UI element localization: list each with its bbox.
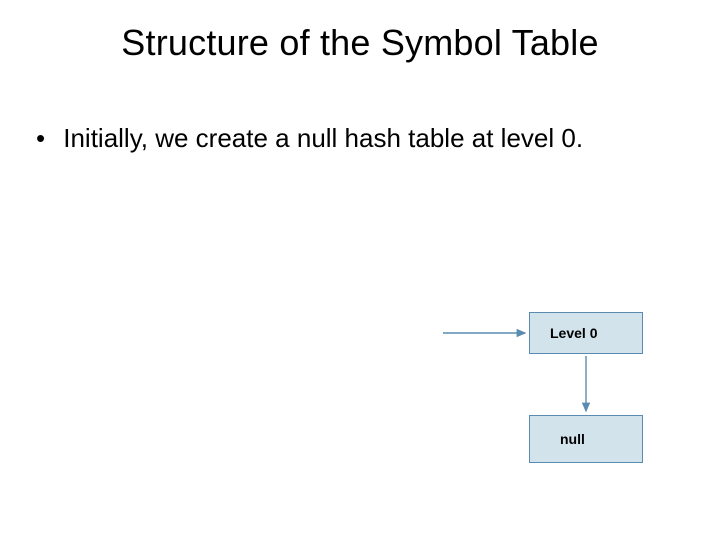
level-node: Level 0 [529, 312, 643, 354]
null-node-label: null [560, 431, 585, 447]
bullet-marker-icon: • [36, 122, 56, 155]
slide-title: Structure of the Symbol Table [0, 22, 720, 64]
slide: Structure of the Symbol Table • Initiall… [0, 0, 720, 540]
level-node-label: Level 0 [550, 325, 597, 341]
null-node: null [529, 415, 643, 463]
bullet-item: • Initially, we create a null hash table… [36, 122, 684, 155]
bullet-text: Initially, we create a null hash table a… [63, 122, 683, 155]
